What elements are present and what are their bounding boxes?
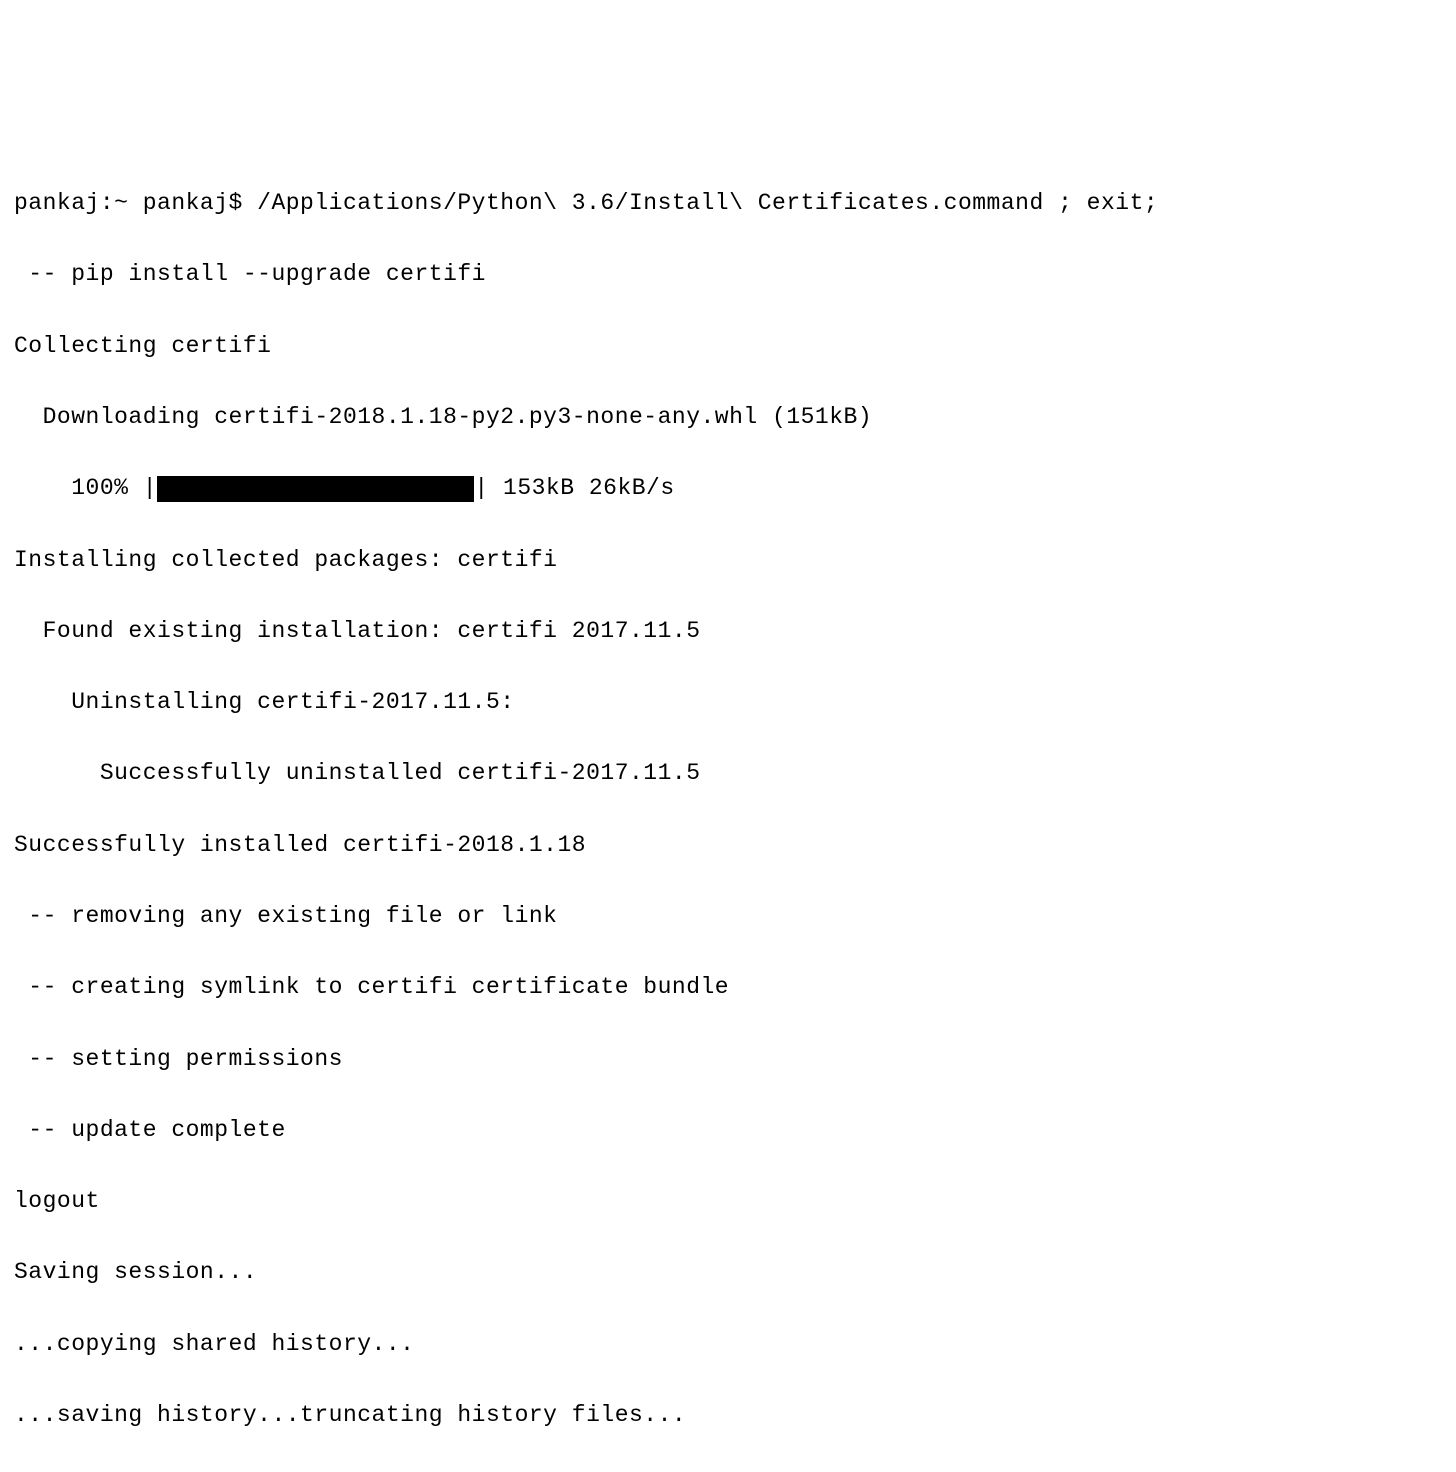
terminal-line: Installing collected packages: certifi	[14, 543, 1442, 579]
terminal-line-command: pankaj:~ pankaj$ /Applications/Python\ 3…	[14, 186, 1442, 222]
terminal-line: logout	[14, 1184, 1442, 1220]
terminal-line: ...completed.	[14, 1469, 1442, 1472]
terminal-line: -- removing any existing file or link	[14, 899, 1442, 935]
terminal-line: Downloading certifi-2018.1.18-py2.py3-no…	[14, 400, 1442, 436]
progress-prefix: 100% |	[14, 475, 157, 501]
terminal-line: Successfully installed certifi-2018.1.18	[14, 828, 1442, 864]
progress-suffix: | 153kB 26kB/s	[474, 475, 689, 501]
terminal-line: Saving session...	[14, 1255, 1442, 1291]
terminal-line: -- update complete	[14, 1113, 1442, 1149]
progress-bar-fill	[157, 476, 474, 502]
terminal-line: ...saving history...truncating history f…	[14, 1398, 1442, 1434]
terminal-line: ...copying shared history...	[14, 1327, 1442, 1363]
terminal-output[interactable]: pankaj:~ pankaj$ /Applications/Python\ 3…	[14, 151, 1442, 1472]
terminal-line: Uninstalling certifi-2017.11.5:	[14, 685, 1442, 721]
terminal-line: Collecting certifi	[14, 329, 1442, 365]
terminal-line: -- pip install --upgrade certifi	[14, 257, 1442, 293]
terminal-line-progress: 100% | | 153kB 26kB/s	[14, 471, 1442, 507]
terminal-line: -- setting permissions	[14, 1042, 1442, 1078]
terminal-line: Found existing installation: certifi 201…	[14, 614, 1442, 650]
terminal-line: -- creating symlink to certifi certifica…	[14, 970, 1442, 1006]
terminal-line: Successfully uninstalled certifi-2017.11…	[14, 756, 1442, 792]
